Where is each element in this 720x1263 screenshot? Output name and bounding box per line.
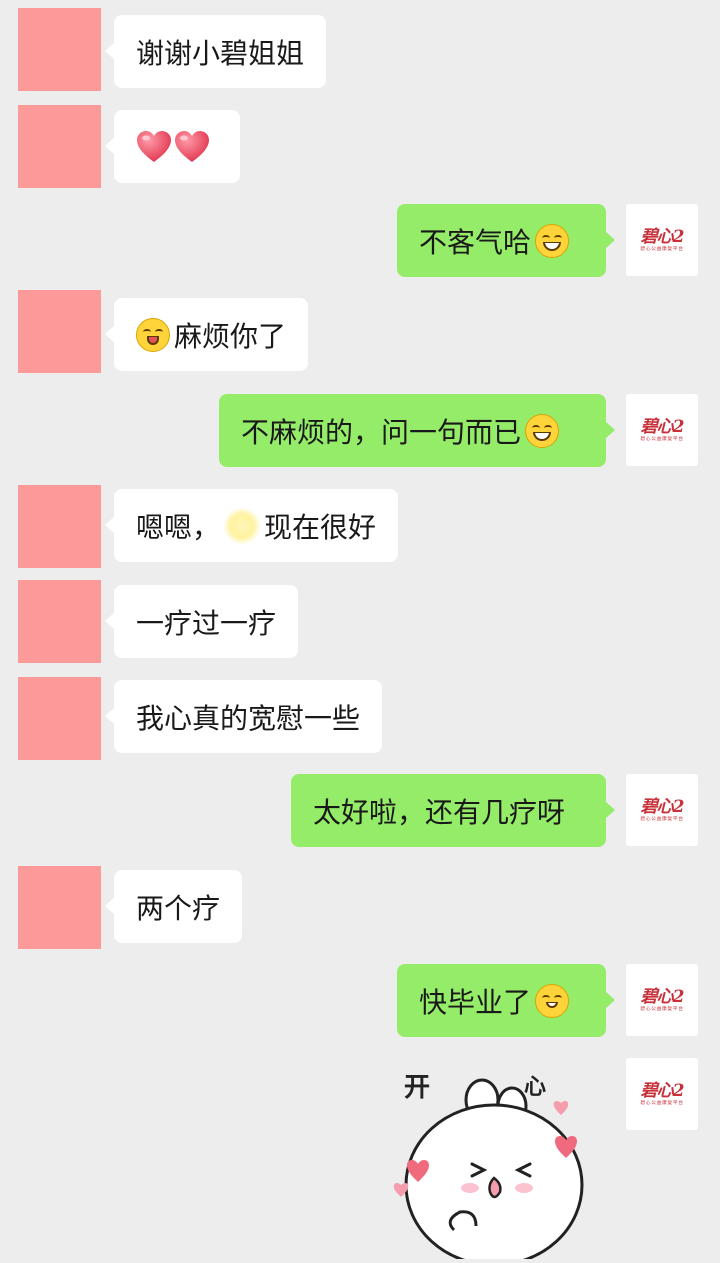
message-text: 一疗过一疗: [136, 606, 277, 640]
message-text: 不麻烦的，问一句而已: [241, 415, 522, 449]
logo-mark: 碧心2: [640, 797, 685, 817]
sender-avatar[interactable]: [18, 290, 101, 373]
heart-icon: [174, 130, 210, 164]
message-text: 太好啦，还有几疗呀: [313, 795, 566, 829]
message-text: 谢谢小碧姐姐: [136, 36, 305, 70]
message-text: 现在很好: [264, 510, 377, 544]
sender-avatar[interactable]: [18, 580, 101, 663]
logo-subtitle: 碧心公益康复平台: [640, 815, 684, 822]
message-bubble-incoming[interactable]: 嗯嗯， 现在很好: [104, 489, 399, 562]
sender-avatar[interactable]: [18, 8, 101, 91]
message-bubble-outgoing[interactable]: 不客气哈: [397, 204, 615, 277]
self-avatar[interactable]: 碧心2 碧心公益康复平台: [626, 774, 698, 846]
message-text: 两个疗: [136, 891, 221, 925]
happy-bunny-sticker[interactable]: 开 心: [384, 1060, 604, 1263]
message-bubble-incoming[interactable]: 我心真的宽慰一些: [104, 680, 383, 753]
logo-mark: 碧心2: [640, 987, 685, 1007]
message-bubble-incoming[interactable]: [105, 110, 240, 183]
heart-icon: [136, 130, 172, 164]
logo-subtitle: 碧心公益康复平台: [640, 1099, 684, 1106]
sender-avatar[interactable]: [18, 677, 101, 760]
wink-tongue-emoji-icon: [136, 317, 170, 352]
self-avatar[interactable]: 碧心2 碧心公益康复平台: [626, 394, 698, 466]
smirk-emoji-icon: [535, 983, 570, 1018]
message-bubble-incoming[interactable]: 两个疗: [104, 870, 243, 943]
message-text: 不客气哈: [419, 225, 532, 259]
logo-subtitle: 碧心公益康复平台: [640, 435, 684, 442]
sender-avatar[interactable]: [18, 485, 101, 568]
sender-avatar[interactable]: [18, 866, 101, 949]
message-text: 快毕业了: [419, 985, 532, 1019]
self-avatar[interactable]: 碧心2 碧心公益康复平台: [626, 204, 698, 276]
logo-mark: 碧心2: [640, 417, 685, 437]
logo-subtitle: 碧心公益康复平台: [640, 245, 684, 252]
self-avatar[interactable]: 碧心2 碧心公益康复平台: [626, 1058, 698, 1130]
message-text: 嗯嗯，: [136, 510, 221, 544]
message-bubble-incoming[interactable]: 谢谢小碧姐姐: [104, 15, 327, 88]
sender-avatar[interactable]: [18, 105, 101, 188]
message-text: 麻烦你了: [174, 319, 287, 353]
message-bubble-outgoing[interactable]: 太好啦，还有几疗呀: [291, 774, 615, 847]
message-bubble-incoming[interactable]: 一疗过一疗: [104, 585, 299, 658]
big-grin-emoji-icon: [525, 413, 560, 448]
logo-mark: 碧心2: [640, 1081, 685, 1101]
message-bubble-outgoing[interactable]: 不麻烦的，问一句而已: [219, 394, 615, 467]
sticker-text: 开: [404, 1073, 430, 1103]
grin-emoji-icon: [535, 223, 570, 258]
self-avatar[interactable]: 碧心2 碧心公益康复平台: [626, 964, 698, 1036]
message-text: 我心真的宽慰一些: [136, 701, 361, 735]
blurred-emoji-icon: [224, 507, 261, 544]
sticker-text: 心: [524, 1075, 546, 1100]
message-bubble-outgoing[interactable]: 快毕业了: [397, 964, 615, 1037]
logo-subtitle: 碧心公益康复平台: [640, 1005, 684, 1012]
logo-mark: 碧心2: [640, 227, 685, 247]
message-bubble-incoming[interactable]: 麻烦你了: [104, 298, 309, 371]
